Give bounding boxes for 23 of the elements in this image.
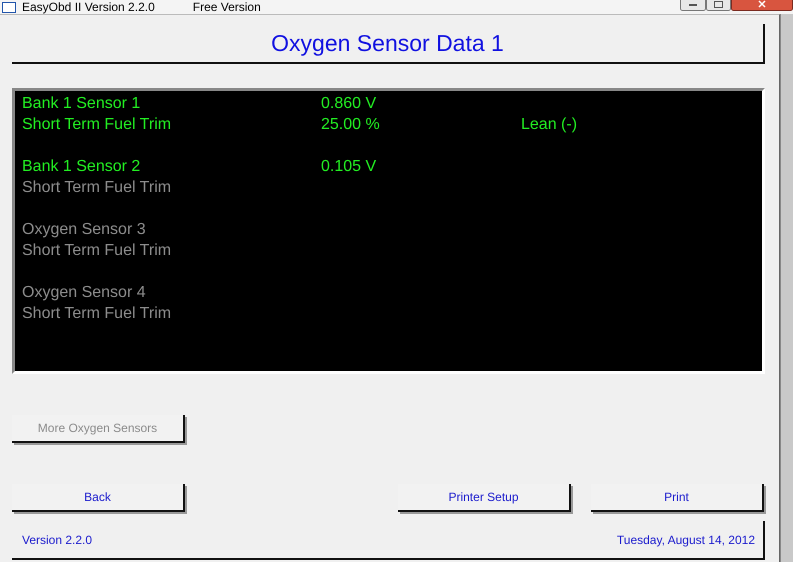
sensor-status: Lean (-)	[521, 116, 578, 134]
sensor-label: Short Term Fuel Trim	[22, 304, 172, 322]
date-label: Tuesday, August 14, 2012	[616, 532, 755, 546]
version-label: Version 2.2.0	[22, 532, 92, 546]
print-button[interactable]: Print	[591, 484, 764, 512]
sensor-label: Short Term Fuel Trim	[22, 116, 172, 134]
minimize-icon[interactable]	[680, 0, 706, 11]
screen-title: Oxygen Sensor Data 1	[12, 24, 765, 64]
close-icon[interactable]	[731, 0, 793, 11]
back-button[interactable]: Back	[12, 484, 185, 512]
sensor-value: 0.860 V	[321, 94, 378, 112]
sensor-label: Short Term Fuel Trim	[22, 178, 172, 196]
sensor-label: Oxygen Sensor 3	[22, 220, 147, 238]
printer-setup-button[interactable]: Printer Setup	[398, 484, 571, 512]
maximize-icon[interactable]	[706, 0, 731, 11]
sensor-label: Short Term Fuel Trim	[22, 242, 172, 260]
sensor-label: Oxygen Sensor 4	[22, 284, 147, 302]
sensor-label: Bank 1 Sensor 2	[22, 158, 142, 176]
sensor-value: 0.105 V	[321, 158, 378, 176]
sensor-value: 25.00 %	[321, 116, 381, 134]
window-title: EasyObd II Version 2.2.0	[22, 0, 155, 14]
sensor-label: Bank 1 Sensor 1	[22, 94, 142, 112]
edition-label: Free Version	[192, 0, 261, 14]
